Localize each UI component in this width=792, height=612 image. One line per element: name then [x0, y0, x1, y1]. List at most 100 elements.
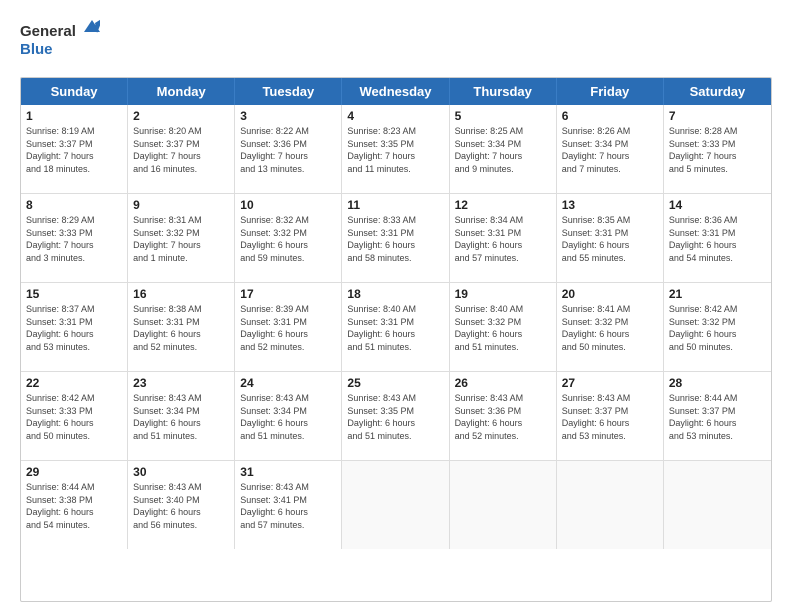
calendar-week-2: 8 Sunrise: 8:29 AM Sunset: 3:33 PM Daylig…: [21, 194, 771, 283]
day-info: Sunrise: 8:44 AM Sunset: 3:38 PM Dayligh…: [26, 481, 122, 531]
day-info: Sunrise: 8:40 AM Sunset: 3:32 PM Dayligh…: [455, 303, 551, 353]
day-info: Sunrise: 8:42 AM Sunset: 3:33 PM Dayligh…: [26, 392, 122, 442]
day-number: 3: [240, 109, 336, 123]
calendar-cell: 28Sunrise: 8:44 AM Sunset: 3:37 PM Dayli…: [664, 372, 771, 460]
calendar-cell: 31 Sunrise: 8:43 AM Sunset: 3:41 PM Dayli…: [235, 461, 342, 549]
day-info: Sunrise: 8:43 AM Sunset: 3:40 PM Dayligh…: [133, 481, 229, 531]
day-info: Sunrise: 8:39 AM Sunset: 3:31 PM Dayligh…: [240, 303, 336, 353]
day-number: 15: [26, 287, 122, 301]
calendar-cell: 25 Sunrise: 8:43 AM Sunset: 3:35 PM Dayli…: [342, 372, 449, 460]
calendar-cell: 29 Sunrise: 8:44 AM Sunset: 3:38 PM Dayli…: [21, 461, 128, 549]
day-info: Sunrise: 8:37 AM Sunset: 3:31 PM Dayligh…: [26, 303, 122, 353]
calendar-cell: 4Sunrise: 8:23 AM Sunset: 3:35 PM Daylig…: [342, 105, 449, 193]
day-info: Sunrise: 8:32 AM Sunset: 3:32 PM Dayligh…: [240, 214, 336, 264]
day-number: 13: [562, 198, 658, 212]
day-number: 18: [347, 287, 443, 301]
day-info: Sunrise: 8:43 AM Sunset: 3:37 PM Dayligh…: [562, 392, 658, 442]
calendar-cell: 10 Sunrise: 8:32 AM Sunset: 3:32 PM Dayli…: [235, 194, 342, 282]
day-info: Sunrise: 8:35 AM Sunset: 3:31 PM Dayligh…: [562, 214, 658, 264]
day-info: Sunrise: 8:41 AM Sunset: 3:32 PM Dayligh…: [562, 303, 658, 353]
calendar-cell: [664, 461, 771, 549]
calendar-cell: 7 Sunrise: 8:28 AM Sunset: 3:33 PM Daylig…: [664, 105, 771, 193]
day-number: 8: [26, 198, 122, 212]
day-info: Sunrise: 8:43 AM Sunset: 3:34 PM Dayligh…: [133, 392, 229, 442]
calendar-cell: 5 Sunrise: 8:25 AM Sunset: 3:34 PM Daylig…: [450, 105, 557, 193]
calendar-cell: 18Sunrise: 8:40 AM Sunset: 3:31 PM Dayli…: [342, 283, 449, 371]
day-number: 27: [562, 376, 658, 390]
day-number: 6: [562, 109, 658, 123]
day-info: Sunrise: 8:38 AM Sunset: 3:31 PM Dayligh…: [133, 303, 229, 353]
calendar-cell: 21 Sunrise: 8:42 AM Sunset: 3:32 PM Dayli…: [664, 283, 771, 371]
calendar-cell: [342, 461, 449, 549]
calendar-cell: 24Sunrise: 8:43 AM Sunset: 3:34 PM Dayli…: [235, 372, 342, 460]
day-info: Sunrise: 8:28 AM Sunset: 3:33 PM Dayligh…: [669, 125, 766, 175]
header-day-sunday: Sunday: [21, 78, 128, 105]
calendar-week-3: 15 Sunrise: 8:37 AM Sunset: 3:31 PM Dayli…: [21, 283, 771, 372]
day-info: Sunrise: 8:20 AM Sunset: 3:37 PM Dayligh…: [133, 125, 229, 175]
day-info: Sunrise: 8:43 AM Sunset: 3:34 PM Dayligh…: [240, 392, 336, 442]
header-day-tuesday: Tuesday: [235, 78, 342, 105]
day-number: 7: [669, 109, 766, 123]
day-info: Sunrise: 8:23 AM Sunset: 3:35 PM Dayligh…: [347, 125, 443, 175]
day-number: 5: [455, 109, 551, 123]
calendar-cell: 30Sunrise: 8:43 AM Sunset: 3:40 PM Dayli…: [128, 461, 235, 549]
day-number: 20: [562, 287, 658, 301]
day-info: Sunrise: 8:43 AM Sunset: 3:35 PM Dayligh…: [347, 392, 443, 442]
calendar-cell: 12Sunrise: 8:34 AM Sunset: 3:31 PM Dayli…: [450, 194, 557, 282]
day-number: 31: [240, 465, 336, 479]
day-info: Sunrise: 8:44 AM Sunset: 3:37 PM Dayligh…: [669, 392, 766, 442]
day-number: 19: [455, 287, 551, 301]
day-number: 1: [26, 109, 122, 123]
day-number: 2: [133, 109, 229, 123]
calendar-week-1: 1 Sunrise: 8:19 AM Sunset: 3:37 PM Daylig…: [21, 105, 771, 194]
day-number: 25: [347, 376, 443, 390]
day-info: Sunrise: 8:25 AM Sunset: 3:34 PM Dayligh…: [455, 125, 551, 175]
header-day-friday: Friday: [557, 78, 664, 105]
day-info: Sunrise: 8:33 AM Sunset: 3:31 PM Dayligh…: [347, 214, 443, 264]
calendar-cell: 15 Sunrise: 8:37 AM Sunset: 3:31 PM Dayli…: [21, 283, 128, 371]
header-day-wednesday: Wednesday: [342, 78, 449, 105]
calendar-cell: 11 Sunrise: 8:33 AM Sunset: 3:31 PM Dayli…: [342, 194, 449, 282]
calendar-cell: 19 Sunrise: 8:40 AM Sunset: 3:32 PM Dayli…: [450, 283, 557, 371]
logo-icon: General Blue: [20, 18, 100, 62]
day-info: Sunrise: 8:42 AM Sunset: 3:32 PM Dayligh…: [669, 303, 766, 353]
day-number: 22: [26, 376, 122, 390]
day-number: 26: [455, 376, 551, 390]
day-number: 14: [669, 198, 766, 212]
calendar-cell: 13 Sunrise: 8:35 AM Sunset: 3:31 PM Dayli…: [557, 194, 664, 282]
calendar-week-5: 29 Sunrise: 8:44 AM Sunset: 3:38 PM Dayli…: [21, 461, 771, 549]
calendar-cell: 27 Sunrise: 8:43 AM Sunset: 3:37 PM Dayli…: [557, 372, 664, 460]
day-number: 17: [240, 287, 336, 301]
day-info: Sunrise: 8:26 AM Sunset: 3:34 PM Dayligh…: [562, 125, 658, 175]
calendar: SundayMondayTuesdayWednesdayThursdayFrid…: [20, 77, 772, 602]
day-number: 29: [26, 465, 122, 479]
day-info: Sunrise: 8:29 AM Sunset: 3:33 PM Dayligh…: [26, 214, 122, 264]
calendar-cell: 26 Sunrise: 8:43 AM Sunset: 3:36 PM Dayli…: [450, 372, 557, 460]
day-info: Sunrise: 8:19 AM Sunset: 3:37 PM Dayligh…: [26, 125, 122, 175]
day-info: Sunrise: 8:31 AM Sunset: 3:32 PM Dayligh…: [133, 214, 229, 264]
calendar-cell: [450, 461, 557, 549]
header-day-thursday: Thursday: [450, 78, 557, 105]
header-day-monday: Monday: [128, 78, 235, 105]
calendar-cell: 14 Sunrise: 8:36 AM Sunset: 3:31 PM Dayli…: [664, 194, 771, 282]
calendar-cell: 20 Sunrise: 8:41 AM Sunset: 3:32 PM Dayli…: [557, 283, 664, 371]
day-number: 23: [133, 376, 229, 390]
day-info: Sunrise: 8:43 AM Sunset: 3:36 PM Dayligh…: [455, 392, 551, 442]
calendar-cell: 8 Sunrise: 8:29 AM Sunset: 3:33 PM Daylig…: [21, 194, 128, 282]
calendar-cell: 1 Sunrise: 8:19 AM Sunset: 3:37 PM Daylig…: [21, 105, 128, 193]
page: General Blue SundayMondayTuesdayWednesda…: [0, 0, 792, 612]
header-day-saturday: Saturday: [664, 78, 771, 105]
calendar-cell: 16 Sunrise: 8:38 AM Sunset: 3:31 PM Dayli…: [128, 283, 235, 371]
day-number: 10: [240, 198, 336, 212]
day-info: Sunrise: 8:36 AM Sunset: 3:31 PM Dayligh…: [669, 214, 766, 264]
calendar-cell: 17 Sunrise: 8:39 AM Sunset: 3:31 PM Dayli…: [235, 283, 342, 371]
day-number: 11: [347, 198, 443, 212]
calendar-cell: 22 Sunrise: 8:42 AM Sunset: 3:33 PM Dayli…: [21, 372, 128, 460]
calendar-week-4: 22 Sunrise: 8:42 AM Sunset: 3:33 PM Dayli…: [21, 372, 771, 461]
day-info: Sunrise: 8:43 AM Sunset: 3:41 PM Dayligh…: [240, 481, 336, 531]
calendar-cell: [557, 461, 664, 549]
day-number: 21: [669, 287, 766, 301]
logo: General Blue: [20, 18, 100, 67]
svg-text:Blue: Blue: [20, 41, 53, 58]
day-number: 16: [133, 287, 229, 301]
